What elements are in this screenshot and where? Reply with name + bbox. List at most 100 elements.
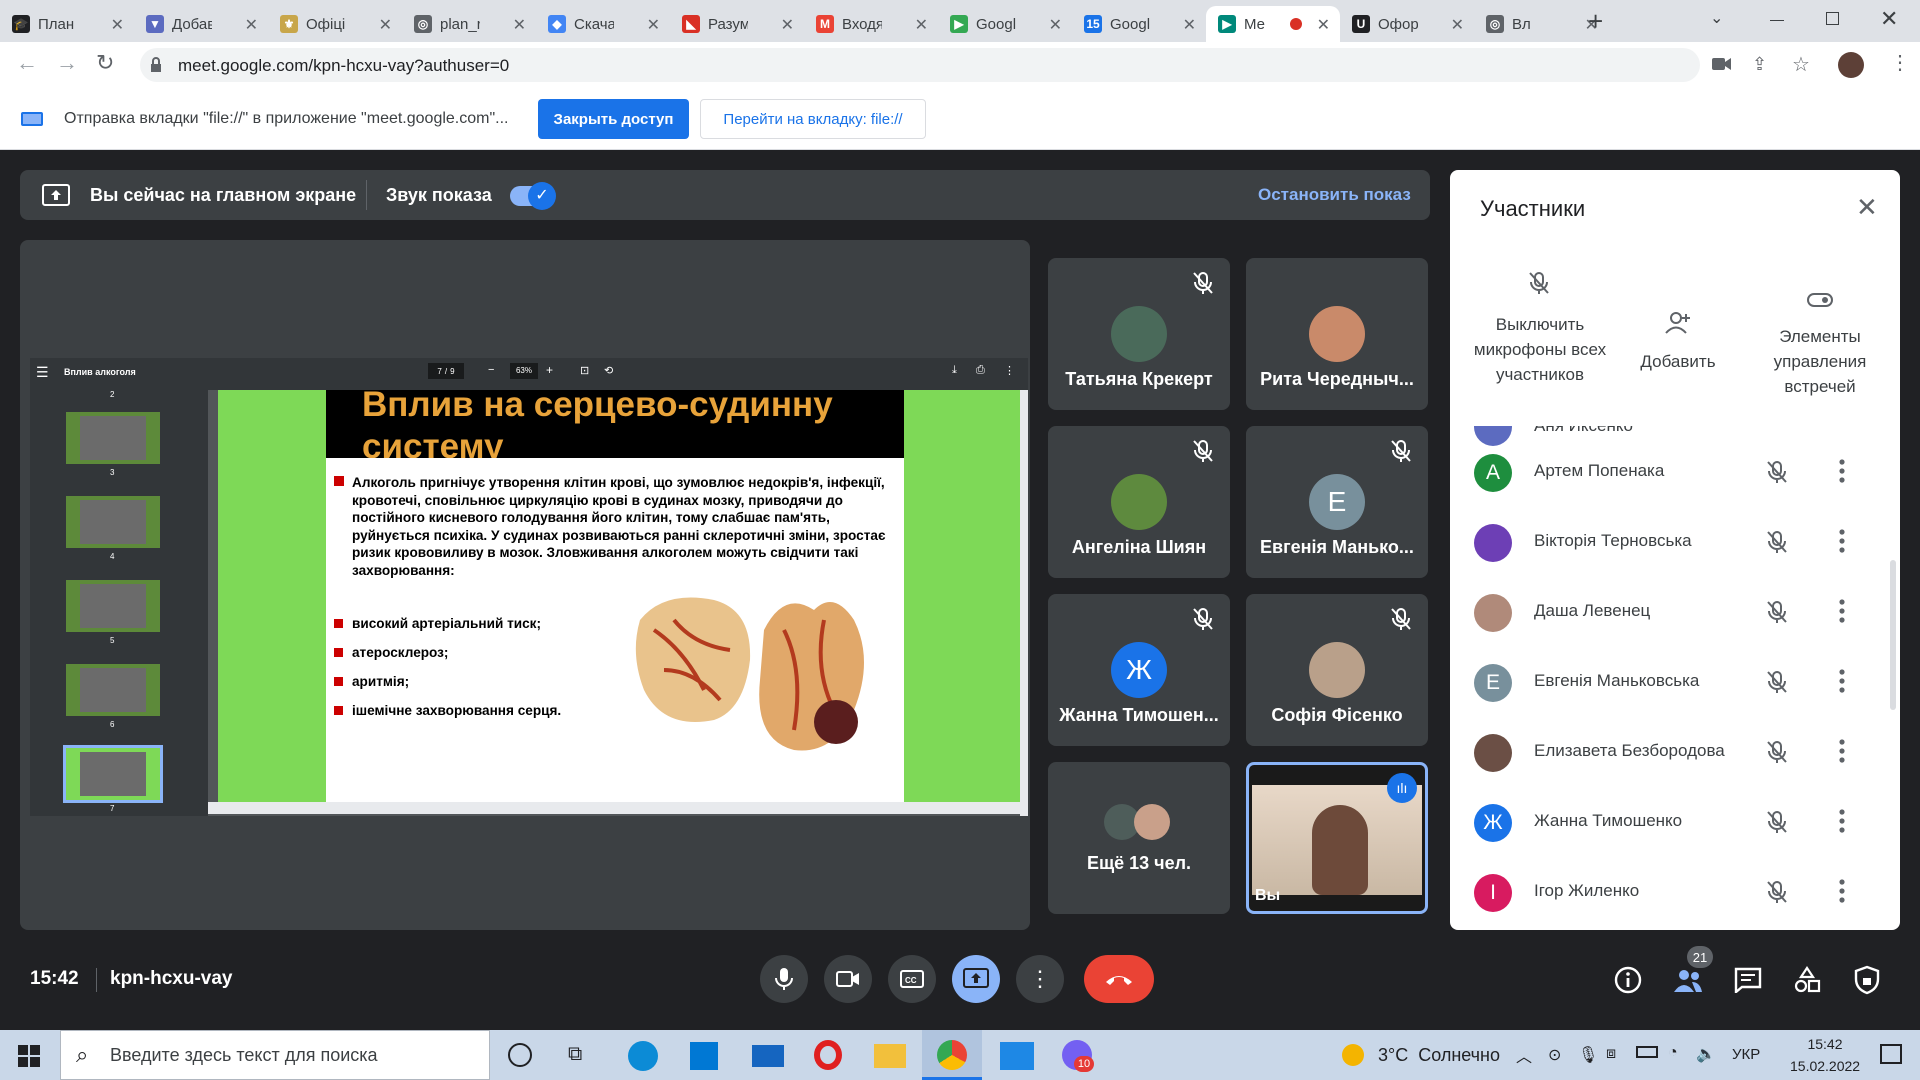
participant-row[interactable]: Елизавета Безбородова (1450, 723, 1880, 781)
store-icon[interactable] (690, 1042, 718, 1070)
camera-button[interactable] (824, 955, 872, 1003)
zoom-out-button[interactable]: − (488, 364, 494, 376)
participant-more-icon[interactable] (1838, 527, 1846, 555)
fit-page-icon[interactable]: ⊡ (580, 364, 589, 377)
participant-more-icon[interactable] (1838, 737, 1846, 765)
browser-tab[interactable]: ◎ plan_ro ✕ (402, 6, 536, 42)
mic-off-icon[interactable] (1764, 669, 1790, 695)
captions-button[interactable]: CC (888, 955, 936, 1003)
maximize-button[interactable] (1826, 12, 1839, 25)
photos-icon[interactable] (1000, 1042, 1034, 1070)
mic-off-icon[interactable] (1764, 599, 1790, 625)
wifi-icon[interactable]: ◔ (1668, 1044, 1678, 1062)
page-thumbnail[interactable] (63, 745, 163, 803)
browser-tab[interactable]: M Входящ ✕ (804, 6, 938, 42)
pdf-horizontal-scrollbar[interactable] (208, 802, 1028, 814)
participant-more-icon[interactable] (1838, 877, 1846, 905)
participant-tile[interactable]: Рита Чередныч... (1246, 258, 1428, 410)
pdf-page[interactable]: 7 (437, 367, 441, 376)
add-people-button[interactable]: Добавить (1618, 310, 1738, 390)
page-thumbnail[interactable] (66, 580, 160, 632)
pdf-page-indicator[interactable]: 7/9 (428, 363, 464, 379)
participant-row[interactable]: Е Евгенія Маньковська (1450, 653, 1880, 711)
participant-more-icon[interactable] (1838, 457, 1846, 485)
participant-tile[interactable]: Ангеліна Шиян (1048, 426, 1230, 578)
download-icon[interactable]: ⤓ (952, 364, 957, 377)
participant-tile[interactable]: Софія Фісенко (1246, 594, 1428, 746)
volume-icon[interactable]: 🔈 (1696, 1044, 1716, 1064)
leave-call-button[interactable] (1084, 955, 1154, 1003)
browser-tab[interactable]: ▶ Ме ✕ (1206, 6, 1340, 42)
stop-presenting-link[interactable]: Остановить показ (1258, 185, 1411, 205)
close-panel-button[interactable]: ✕ (1856, 192, 1878, 223)
mute-all-button[interactable]: Выключить микрофоны всех участников (1470, 270, 1610, 420)
pdf-more-icon[interactable]: ⋮ (1004, 364, 1015, 377)
microphone-button[interactable] (760, 955, 808, 1003)
tab-close-icon[interactable]: ✕ (647, 15, 660, 35)
browser-tab[interactable]: ⚜ Офіційн ✕ (268, 6, 402, 42)
chrome-menu-icon[interactable]: ⋮ (1890, 50, 1910, 75)
tab-close-icon[interactable]: ✕ (1183, 15, 1196, 35)
browser-tab[interactable]: ▶ Google ✕ (938, 6, 1072, 42)
browser-tab[interactable]: ▼ Добавь ✕ (134, 6, 268, 42)
present-button[interactable] (952, 955, 1000, 1003)
profile-avatar[interactable] (1838, 52, 1864, 78)
tray-icon[interactable]: ⊙ (1548, 1045, 1561, 1065)
new-tab-button[interactable]: + (1588, 6, 1603, 37)
zoom-level[interactable]: 63% (510, 363, 538, 379)
chat-icon[interactable] (1734, 967, 1762, 995)
participant-more-icon[interactable] (1838, 597, 1846, 625)
participant-tile[interactable]: Ещё 13 чел. (1048, 762, 1230, 914)
back-button[interactable]: ← (16, 50, 38, 76)
stop-access-button[interactable]: Закрыть доступ (538, 99, 689, 139)
windows-start-icon[interactable] (18, 1045, 40, 1067)
bookmark-star-icon[interactable]: ☆ (1792, 52, 1810, 77)
tab-close-icon[interactable]: ✕ (513, 15, 526, 35)
pdf-menu-icon[interactable]: ☰ (36, 364, 49, 381)
meeting-details-icon[interactable] (1614, 966, 1642, 994)
participant-row[interactable]: Вікторія Терновська (1450, 513, 1880, 571)
chrome-taskbar-item[interactable] (922, 1030, 982, 1080)
tab-close-icon[interactable]: ✕ (915, 15, 928, 35)
browser-tab[interactable]: ◆ Скачать ✕ (536, 6, 670, 42)
reload-button[interactable]: ↻ (96, 50, 114, 76)
battery-icon[interactable] (1636, 1046, 1658, 1058)
notifications-icon[interactable] (1880, 1044, 1902, 1064)
print-icon[interactable]: ⎙ (976, 364, 985, 377)
panel-scrollbar[interactable] (1890, 560, 1896, 710)
mic-off-icon[interactable] (1764, 809, 1790, 835)
tab-close-icon[interactable]: ✕ (1451, 15, 1464, 35)
host-controls-button[interactable]: Элементы управления встречей (1750, 290, 1890, 420)
microphone-tray-icon[interactable]: 🎙 (1578, 1045, 1598, 1065)
rotate-icon[interactable]: ⟲ (604, 364, 613, 377)
participant-tile[interactable]: Ж Жанна Тимошен... (1048, 594, 1230, 746)
taskbar-search-placeholder[interactable]: Введите здесь текст для поиска (110, 1045, 378, 1066)
tab-close-icon[interactable]: ✕ (111, 15, 124, 35)
tab-close-icon[interactable]: ✕ (781, 15, 794, 35)
minimize-button[interactable] (1770, 20, 1784, 21)
zoom-in-button[interactable]: + (546, 363, 553, 377)
mic-off-icon[interactable] (1764, 529, 1790, 555)
language-indicator[interactable]: УКР (1732, 1046, 1760, 1063)
tab-close-icon[interactable]: ✕ (1049, 15, 1062, 35)
mic-off-icon[interactable] (1764, 739, 1790, 765)
page-thumbnail[interactable] (66, 412, 160, 464)
clock-date[interactable]: 15.02.2022 (1790, 1058, 1860, 1074)
mail-icon[interactable] (752, 1045, 784, 1067)
page-thumbnail[interactable] (66, 496, 160, 548)
screen-share-tray-icon[interactable]: ⧈ (1606, 1045, 1616, 1063)
participant-row[interactable]: Ж Жанна Тимошенко (1450, 793, 1880, 851)
participant-row[interactable]: А Артем Попенака (1450, 443, 1880, 501)
participant-row[interactable]: Даша Левенец (1450, 583, 1880, 641)
url-text[interactable]: meet.google.com/kpn-hcxu-vay?authuser=0 (178, 56, 509, 76)
activities-icon[interactable] (1793, 966, 1821, 994)
browser-tab[interactable]: ◣ Разум у ✕ (670, 6, 804, 42)
forward-button[interactable]: → (56, 50, 78, 76)
more-options-button[interactable]: ⋮ (1016, 955, 1064, 1003)
participant-tile[interactable]: Татьяна Крекерт (1048, 258, 1230, 410)
people-icon[interactable] (1672, 966, 1704, 994)
page-thumbnail[interactable] (66, 664, 160, 716)
lock-icon[interactable] (150, 57, 162, 73)
tab-search-icon[interactable]: ⌄ (1710, 8, 1723, 28)
host-controls-icon[interactable] (1854, 965, 1880, 995)
